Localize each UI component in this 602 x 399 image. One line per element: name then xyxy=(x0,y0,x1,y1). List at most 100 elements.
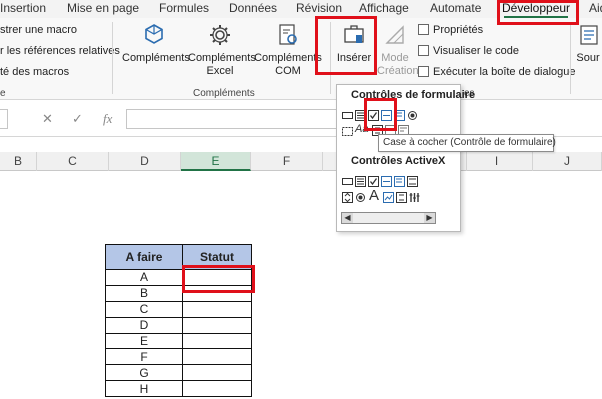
name-box[interactable] xyxy=(0,109,8,129)
activex-list-box-icon[interactable] xyxy=(394,176,405,187)
status-cell[interactable] xyxy=(182,300,252,318)
activex-text-box-icon[interactable] xyxy=(381,176,392,187)
activex-option-button-icon[interactable] xyxy=(355,192,366,203)
insert-controls-panel: Contrôles de formulaire Aa Contrôles Act… xyxy=(336,84,475,232)
relative-references-button[interactable]: r les références relatives xyxy=(0,45,120,57)
button-control-icon[interactable] xyxy=(342,110,353,121)
form-controls-title: Contrôles de formulaire xyxy=(351,89,476,101)
activex-spin-button-icon[interactable] xyxy=(342,192,353,203)
activex-controls-title: Contrôles ActiveX xyxy=(351,155,446,167)
activex-image-icon[interactable] xyxy=(383,192,394,203)
formula-input[interactable] xyxy=(126,109,356,129)
status-cell[interactable] xyxy=(182,380,252,398)
cancel-icon[interactable]: ✕ xyxy=(42,111,53,127)
tab-donnees[interactable]: Données xyxy=(229,0,277,18)
table-row: H xyxy=(105,380,252,398)
task-cell[interactable]: C xyxy=(105,300,183,318)
task-cell[interactable]: B xyxy=(105,284,183,302)
insert-controls-button[interactable]: Insérer xyxy=(334,22,374,65)
add-ins-label: Compléments xyxy=(122,52,190,64)
tab-automate[interactable]: Automate xyxy=(430,0,481,18)
column-header-b[interactable]: B xyxy=(0,152,37,171)
activex-checkbox-icon[interactable] xyxy=(368,176,379,187)
task-cell[interactable]: G xyxy=(105,364,183,382)
activex-combo-box-icon[interactable] xyxy=(355,176,366,187)
status-cell[interactable] xyxy=(182,364,252,382)
status-cell[interactable] xyxy=(182,284,252,302)
tab-mise-en-page[interactable]: Mise en page xyxy=(67,0,139,18)
run-dialog-icon xyxy=(418,66,429,77)
spin-button-control-icon[interactable] xyxy=(381,110,392,121)
group-box-control-icon[interactable] xyxy=(342,125,353,136)
add-ins-button[interactable]: Compléments xyxy=(122,22,190,65)
design-mode-label: Mode Création xyxy=(377,52,419,77)
status-cell[interactable] xyxy=(182,269,252,286)
scroll-right-icon[interactable]: ▶ xyxy=(424,213,435,223)
run-dialog-button[interactable]: Exécuter la boîte de dialogue xyxy=(418,66,576,78)
table-header-row: A faire Statut xyxy=(105,244,252,270)
task-cell[interactable]: E xyxy=(105,332,183,350)
column-header-c[interactable]: C xyxy=(37,152,109,171)
properties-icon xyxy=(418,24,429,35)
enter-icon[interactable]: ✓ xyxy=(72,111,83,127)
combo-box-control-icon[interactable] xyxy=(355,110,366,121)
column-header-f[interactable]: F xyxy=(251,152,323,171)
label-control-icon[interactable]: Aa xyxy=(355,123,368,135)
checkbox-tooltip: Case à cocher (Contrôle de formulaire) xyxy=(378,134,556,152)
task-cell[interactable]: F xyxy=(105,348,183,366)
tab-formules[interactable]: Formules xyxy=(159,0,209,18)
checkbox-control-icon[interactable] xyxy=(368,110,379,121)
view-code-icon xyxy=(418,45,429,56)
tab-insertion[interactable]: Insertion xyxy=(0,0,46,18)
column-header-i[interactable]: I xyxy=(461,152,533,171)
activex-scroll-bar-icon[interactable] xyxy=(396,192,407,203)
tab-aide[interactable]: Aid xyxy=(589,0,602,18)
panel-scrollbar[interactable]: ◀ ▶ xyxy=(341,212,436,224)
scroll-left-icon[interactable]: ◀ xyxy=(342,213,353,223)
tab-developpeur[interactable]: Développeur xyxy=(502,0,570,18)
formula-bar: ✕ ✓ fx xyxy=(0,101,602,137)
add-ins-icon xyxy=(145,24,163,44)
task-cell[interactable]: D xyxy=(105,316,183,334)
column-header-j[interactable]: J xyxy=(533,152,602,171)
insert-label: Insérer xyxy=(336,52,372,64)
ribbon-separator xyxy=(112,22,113,94)
tab-revision[interactable]: Révision xyxy=(296,0,342,18)
activex-button-icon[interactable] xyxy=(342,176,353,187)
more-controls-icon[interactable] xyxy=(409,192,420,203)
status-cell[interactable] xyxy=(182,316,252,334)
code-group-label: e xyxy=(0,88,6,99)
header-cell-statut[interactable]: Statut xyxy=(182,244,252,270)
list-box-control-icon[interactable] xyxy=(394,110,405,121)
status-cell[interactable] xyxy=(182,348,252,366)
run-dialog-label: Exécuter la boîte de dialogue xyxy=(433,66,576,78)
task-cell[interactable]: H xyxy=(105,380,183,398)
source-button[interactable]: Sour xyxy=(574,22,602,65)
insert-function-icon[interactable]: fx xyxy=(103,111,112,127)
design-mode-icon xyxy=(385,25,404,44)
column-header-e[interactable]: E xyxy=(181,152,251,171)
record-macro-button[interactable]: strer une macro xyxy=(0,24,77,36)
ribbon-tab-bar: Insertion Mise en page Formules Données … xyxy=(0,0,602,18)
status-cell[interactable] xyxy=(182,332,252,350)
activex-toggle-icon[interactable] xyxy=(407,176,418,187)
macro-security-button[interactable]: té des macros xyxy=(0,66,69,78)
option-button-control-icon[interactable] xyxy=(407,110,418,121)
com-add-ins-button[interactable]: Compléments COM xyxy=(254,22,322,78)
tab-affichage[interactable]: Affichage xyxy=(359,0,409,18)
ribbon-separator xyxy=(570,22,571,94)
task-cell[interactable]: A xyxy=(105,269,183,286)
view-code-button[interactable]: Visualiser le code xyxy=(418,45,519,57)
table-row: C xyxy=(105,300,252,318)
source-label: Sour xyxy=(576,52,600,64)
header-cell-a-faire[interactable]: A faire xyxy=(105,244,183,270)
toolbox-icon xyxy=(344,25,364,43)
excel-add-ins-button[interactable]: Compléments Excel xyxy=(188,22,256,78)
design-mode-button[interactable]: Mode Création xyxy=(377,22,419,78)
column-header-d[interactable]: D xyxy=(109,152,181,171)
gear-icon xyxy=(210,25,230,45)
properties-button[interactable]: Propriétés xyxy=(418,24,483,36)
table-row: G xyxy=(105,364,252,382)
ribbon: strer une macro r les références relativ… xyxy=(0,18,602,100)
activex-label-icon[interactable]: A xyxy=(369,187,379,204)
